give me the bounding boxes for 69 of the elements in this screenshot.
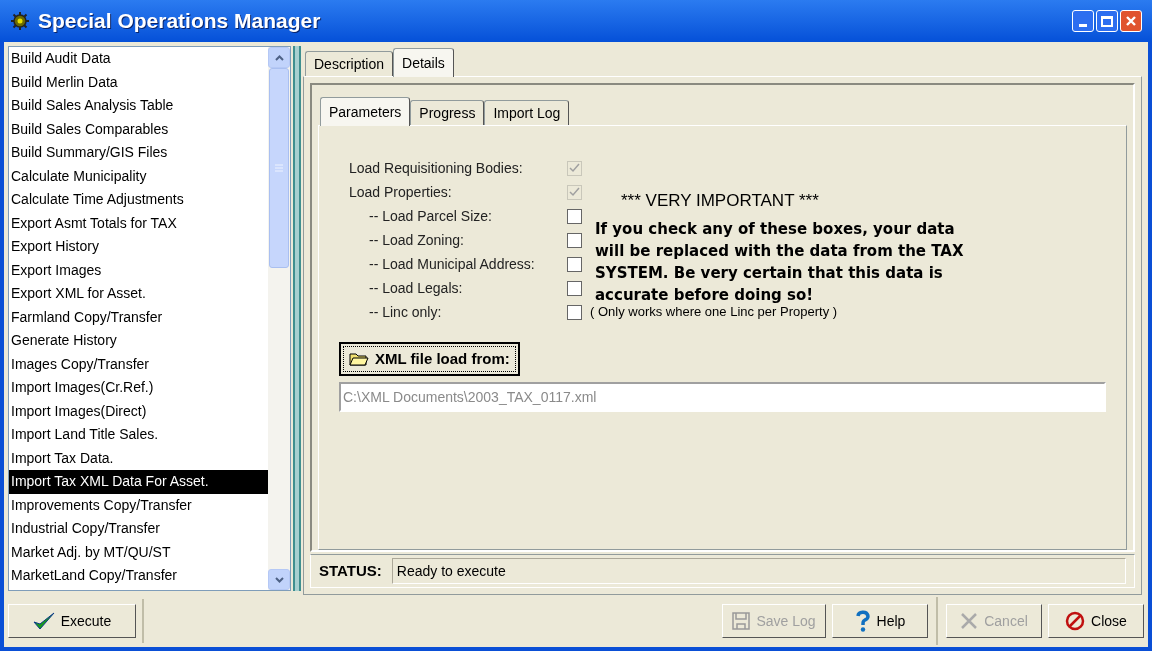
option-label: -- Linc only: [368,302,443,322]
chevron-up-icon [274,54,284,61]
tab[interactable]: Parameters [320,97,411,126]
operation-item[interactable]: Export Asmt Totals for TAX [9,211,268,235]
operation-item[interactable]: Images Copy/Transfer [9,352,268,376]
close-icon [1125,15,1137,27]
chevron-down-icon [274,576,284,583]
operations-list[interactable] [8,46,291,591]
option-label: -- Load Legals: [368,278,464,298]
operation-item[interactable]: Export Images [9,258,268,282]
option-note: ( Only works where one Linc per Property ) [590,303,838,322]
operation-item[interactable]: Import Images(Direct) [9,399,268,423]
operation-item[interactable]: Build Audit Data [9,47,268,71]
cross-icon [960,612,979,630]
operation-item[interactable]: Build Merlin Data [9,70,268,94]
scroll-thumb[interactable] [269,68,289,268]
operation-item[interactable]: Industrial Copy/Transfer [9,517,268,541]
checkbox[interactable] [567,208,582,224]
operation-item[interactable]: Export History [9,235,268,259]
checkbox[interactable] [567,304,582,320]
checkbox[interactable] [567,256,582,272]
operation-item[interactable]: Build Sales Analysis Table [9,94,268,118]
operation-item[interactable]: Import Land Title Sales. [9,423,268,447]
operation-item[interactable]: Export XML for Asset. [9,282,268,306]
checkmark-icon [32,611,55,631]
operation-item[interactable]: Build Sales Comparables [9,117,268,141]
scroll-down-button[interactable] [268,569,290,590]
operation-item[interactable]: Calculate Municipality [9,164,268,188]
operation-item[interactable]: Import Images(Cr.Ref.) [9,376,268,400]
option-label: -- Load Zoning: [368,230,465,250]
scroll-up-button[interactable] [268,47,290,68]
checkbox[interactable] [567,232,582,248]
checkbox[interactable] [567,280,582,296]
option-label: Load Requisitioning Bodies: [348,158,524,178]
close-button[interactable]: Close [1048,604,1144,638]
operation-item[interactable]: Build Summary/GIS Files [9,141,268,165]
floppy-disk-icon [732,612,751,630]
option-label: -- Load Municipal Address: [368,254,536,274]
close-button[interactable] [1120,10,1142,32]
operation-item[interactable]: Generate History [9,329,268,353]
tab[interactable]: Import Log [484,100,570,125]
operation-item[interactable]: Import Tax XML Data For Asset. [9,470,268,494]
operation-item[interactable]: MarketLand Copy/Transfer [9,564,268,588]
operation-item[interactable]: Improvements Copy/Transfer [9,493,268,517]
tab[interactable]: Progress [410,100,485,125]
option-label: -- Load Parcel Size: [368,206,493,226]
option-label: Load Properties: [348,182,453,202]
file-path-field[interactable]: C:\XML Documents\2003_TAX_0117.xml [339,382,1106,412]
folder-icon [349,352,369,366]
maximize-button[interactable] [1096,10,1118,32]
gear-icon [10,11,30,31]
warning-heading: *** VERY IMPORTANT *** [621,190,819,212]
question-mark-icon [854,610,871,632]
execute-button[interactable]: Execute [8,604,136,638]
operation-item[interactable]: Market Adj. by MT/QU/ST [9,540,268,564]
status-label: STATUS: [319,560,382,581]
window-title: Special Operations Manager [38,8,321,35]
minimize-button[interactable] [1072,10,1094,32]
operation-item[interactable]: Import Tax Data. [9,446,268,470]
operation-item[interactable]: Farmland Copy/Transfer [9,305,268,329]
tab[interactable]: Description [305,51,394,76]
status-text: Ready to execute [391,558,1126,584]
tab[interactable]: Details [393,48,454,77]
scrollbar[interactable] [268,47,290,590]
warning-message: If you check any of these boxes, your data will be replaced with the data from the TAX SYSTEM. Be very certain that this data is accurate before doing so! [595,218,965,306]
help-button[interactable]: Help [832,604,928,638]
operation-item[interactable]: Calculate Time Adjustments [9,188,268,212]
prohibited-icon [1065,611,1086,631]
file-load-button[interactable]: XML file load from: [339,342,520,376]
